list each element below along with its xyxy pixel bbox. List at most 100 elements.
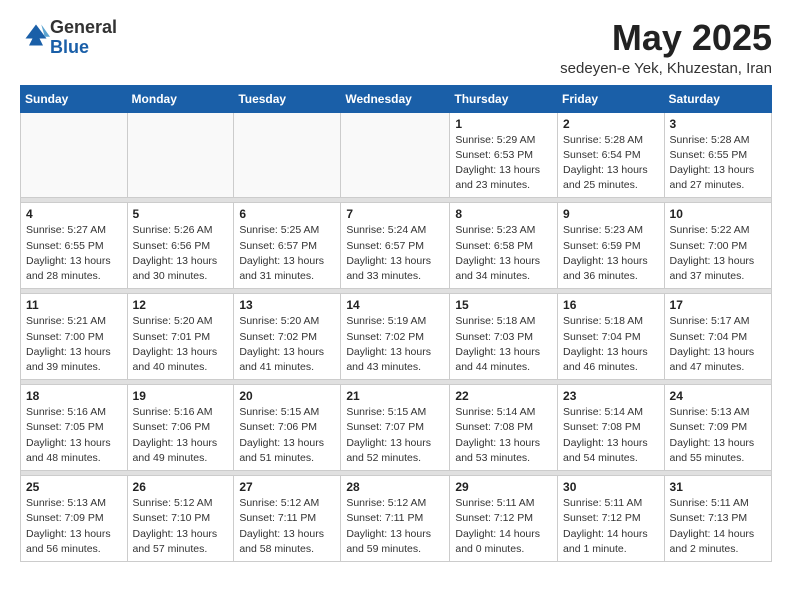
calendar-day-cell: 16Sunrise: 5:18 AMSunset: 7:04 PMDayligh… <box>558 294 665 380</box>
day-number: 14 <box>346 298 444 312</box>
logo-blue: Blue <box>50 37 89 57</box>
calendar-day-cell: 20 Sunrise: 5:15 AMSunset: 7:06 PMDayligh… <box>234 385 341 471</box>
calendar-day-cell: 1Sunrise: 5:29 AMSunset: 6:53 PMDaylight… <box>450 112 558 198</box>
day-info: Sunrise: 5:15 AMSunset: 7:06 PMDaylight:… <box>239 405 335 466</box>
day-info: Sunrise: 5:28 AMSunset: 6:54 PMDaylight:… <box>563 133 659 194</box>
logo-icon <box>22 21 50 49</box>
calendar-day-cell: 10 Sunrise: 5:22 AMSunset: 7:00 PMDayligh… <box>664 203 771 289</box>
col-friday: Friday <box>558 85 665 112</box>
day-info: Sunrise: 5:25 AMSunset: 6:57 PMDaylight:… <box>239 223 335 284</box>
day-info: Sunrise: 5:19 AMSunset: 7:02 PMDaylight:… <box>346 314 444 375</box>
col-saturday: Saturday <box>664 85 771 112</box>
col-monday: Monday <box>127 85 234 112</box>
day-info: Sunrise: 5:16 AMSunset: 7:05 PMDaylight:… <box>26 405 122 466</box>
calendar-day-cell: 6Sunrise: 5:25 AMSunset: 6:57 PMDaylight… <box>234 203 341 289</box>
calendar-week-row: 4 Sunrise: 5:27 AMSunset: 6:55 PMDaylight… <box>21 203 772 289</box>
calendar-day-cell <box>341 112 450 198</box>
day-number: 13 <box>239 298 335 312</box>
calendar-week-row: 11Sunrise: 5:21 AMSunset: 7:00 PMDayligh… <box>21 294 772 380</box>
day-number: 18 <box>26 389 122 403</box>
day-info: Sunrise: 5:23 AMSunset: 6:59 PMDaylight:… <box>563 223 659 284</box>
calendar-day-cell: 26 Sunrise: 5:12 AMSunset: 7:10 PMDayligh… <box>127 476 234 562</box>
calendar-day-cell <box>127 112 234 198</box>
calendar-header-row: Sunday Monday Tuesday Wednesday Thursday… <box>21 85 772 112</box>
day-number: 22 <box>455 389 552 403</box>
day-info: Sunrise: 5:11 AMSunset: 7:13 PMDaylight:… <box>670 496 766 557</box>
day-info: Sunrise: 5:11 AMSunset: 7:12 PMDaylight:… <box>563 496 659 557</box>
day-number: 9 <box>563 207 659 221</box>
day-number: 28 <box>346 480 444 494</box>
day-info: Sunrise: 5:23 AMSunset: 6:58 PMDaylight:… <box>455 223 552 284</box>
day-number: 10 <box>670 207 766 221</box>
day-info: Sunrise: 5:24 AMSunset: 6:57 PMDaylight:… <box>346 223 444 284</box>
day-number: 4 <box>26 207 122 221</box>
calendar-day-cell: 12Sunrise: 5:20 AMSunset: 7:01 PMDayligh… <box>127 294 234 380</box>
day-number: 8 <box>455 207 552 221</box>
calendar-week-row: 18 Sunrise: 5:16 AMSunset: 7:05 PMDayligh… <box>21 385 772 471</box>
calendar-day-cell: 28 Sunrise: 5:12 AMSunset: 7:11 PMDayligh… <box>341 476 450 562</box>
calendar-week-row: 1Sunrise: 5:29 AMSunset: 6:53 PMDaylight… <box>21 112 772 198</box>
day-info: Sunrise: 5:16 AMSunset: 7:06 PMDaylight:… <box>133 405 229 466</box>
day-info: Sunrise: 5:12 AMSunset: 7:11 PMDaylight:… <box>239 496 335 557</box>
month-title: May 2025 <box>560 18 772 58</box>
title-block: May 2025 sedeyen-e Yek, Khuzestan, Iran <box>560 18 772 77</box>
location-subtitle: sedeyen-e Yek, Khuzestan, Iran <box>560 60 772 77</box>
day-number: 25 <box>26 480 122 494</box>
day-number: 19 <box>133 389 229 403</box>
calendar-day-cell: 7Sunrise: 5:24 AMSunset: 6:57 PMDaylight… <box>341 203 450 289</box>
calendar-day-cell <box>21 112 128 198</box>
col-tuesday: Tuesday <box>234 85 341 112</box>
calendar-day-cell: 17Sunrise: 5:17 AMSunset: 7:04 PMDayligh… <box>664 294 771 380</box>
day-number: 5 <box>133 207 229 221</box>
calendar-day-cell: 18 Sunrise: 5:16 AMSunset: 7:05 PMDayligh… <box>21 385 128 471</box>
col-sunday: Sunday <box>21 85 128 112</box>
day-info: Sunrise: 5:27 AMSunset: 6:55 PMDaylight:… <box>26 223 122 284</box>
day-info: Sunrise: 5:26 AMSunset: 6:56 PMDaylight:… <box>133 223 229 284</box>
day-info: Sunrise: 5:21 AMSunset: 7:00 PMDaylight:… <box>26 314 122 375</box>
day-number: 3 <box>670 117 766 131</box>
calendar-day-cell: 2 Sunrise: 5:28 AMSunset: 6:54 PMDaylight… <box>558 112 665 198</box>
calendar-day-cell: 23Sunrise: 5:14 AMSunset: 7:08 PMDayligh… <box>558 385 665 471</box>
day-number: 12 <box>133 298 229 312</box>
day-number: 31 <box>670 480 766 494</box>
day-info: Sunrise: 5:20 AMSunset: 7:02 PMDaylight:… <box>239 314 335 375</box>
calendar-day-cell <box>234 112 341 198</box>
day-info: Sunrise: 5:12 AMSunset: 7:10 PMDaylight:… <box>133 496 229 557</box>
calendar-day-cell: 27Sunrise: 5:12 AMSunset: 7:11 PMDayligh… <box>234 476 341 562</box>
day-info: Sunrise: 5:11 AMSunset: 7:12 PMDaylight:… <box>455 496 552 557</box>
day-info: Sunrise: 5:18 AMSunset: 7:04 PMDaylight:… <box>563 314 659 375</box>
day-info: Sunrise: 5:18 AMSunset: 7:03 PMDaylight:… <box>455 314 552 375</box>
day-number: 24 <box>670 389 766 403</box>
day-number: 17 <box>670 298 766 312</box>
header: General Blue May 2025 sedeyen-e Yek, Khu… <box>20 18 772 77</box>
calendar-day-cell: 15 Sunrise: 5:18 AMSunset: 7:03 PMDayligh… <box>450 294 558 380</box>
calendar-day-cell: 24 Sunrise: 5:13 AMSunset: 7:09 PMDayligh… <box>664 385 771 471</box>
calendar-day-cell: 19 Sunrise: 5:16 AMSunset: 7:06 PMDayligh… <box>127 385 234 471</box>
col-thursday: Thursday <box>450 85 558 112</box>
day-number: 26 <box>133 480 229 494</box>
day-number: 20 <box>239 389 335 403</box>
calendar-day-cell: 3 Sunrise: 5:28 AMSunset: 6:55 PMDaylight… <box>664 112 771 198</box>
calendar-week-row: 25Sunrise: 5:13 AMSunset: 7:09 PMDayligh… <box>21 476 772 562</box>
day-number: 21 <box>346 389 444 403</box>
day-number: 2 <box>563 117 659 131</box>
logo-text: General Blue <box>50 18 117 58</box>
day-info: Sunrise: 5:15 AMSunset: 7:07 PMDaylight:… <box>346 405 444 466</box>
calendar-day-cell: 29 Sunrise: 5:11 AMSunset: 7:12 PMDayligh… <box>450 476 558 562</box>
day-info: Sunrise: 5:14 AMSunset: 7:08 PMDaylight:… <box>455 405 552 466</box>
day-number: 15 <box>455 298 552 312</box>
calendar-day-cell: 13 Sunrise: 5:20 AMSunset: 7:02 PMDayligh… <box>234 294 341 380</box>
day-info: Sunrise: 5:22 AMSunset: 7:00 PMDaylight:… <box>670 223 766 284</box>
day-number: 29 <box>455 480 552 494</box>
logo-general: General <box>50 17 117 37</box>
calendar-day-cell: 9 Sunrise: 5:23 AMSunset: 6:59 PMDaylight… <box>558 203 665 289</box>
calendar-table: Sunday Monday Tuesday Wednesday Thursday… <box>20 85 772 562</box>
calendar-day-cell: 31 Sunrise: 5:11 AMSunset: 7:13 PMDayligh… <box>664 476 771 562</box>
calendar-day-cell: 5 Sunrise: 5:26 AMSunset: 6:56 PMDaylight… <box>127 203 234 289</box>
day-info: Sunrise: 5:28 AMSunset: 6:55 PMDaylight:… <box>670 133 766 194</box>
calendar-day-cell: 14 Sunrise: 5:19 AMSunset: 7:02 PMDayligh… <box>341 294 450 380</box>
day-info: Sunrise: 5:13 AMSunset: 7:09 PMDaylight:… <box>670 405 766 466</box>
logo: General Blue <box>20 18 117 58</box>
calendar-day-cell: 21 Sunrise: 5:15 AMSunset: 7:07 PMDayligh… <box>341 385 450 471</box>
day-info: Sunrise: 5:12 AMSunset: 7:11 PMDaylight:… <box>346 496 444 557</box>
